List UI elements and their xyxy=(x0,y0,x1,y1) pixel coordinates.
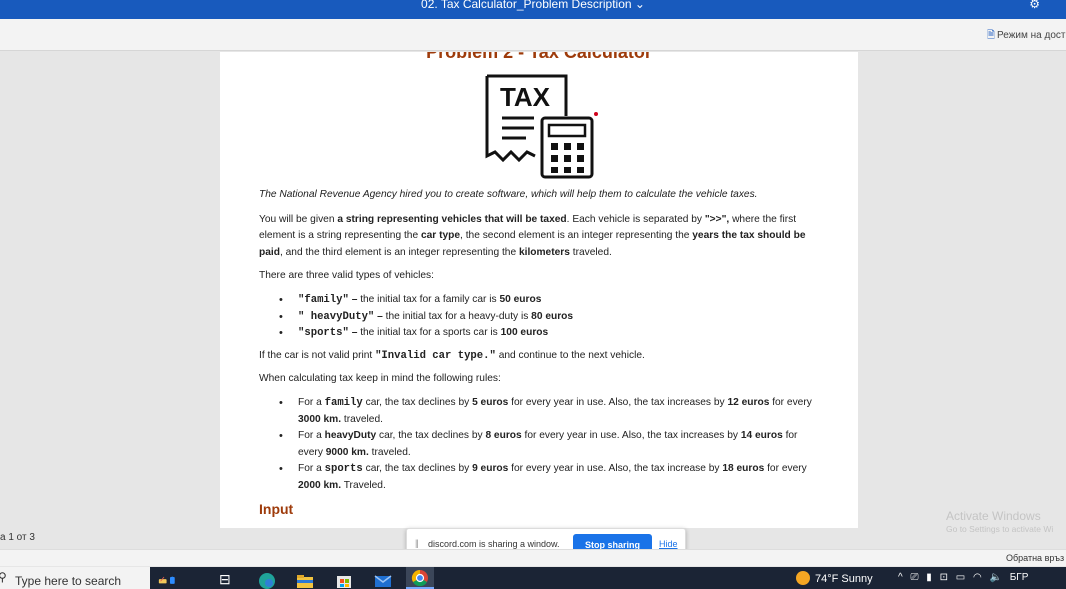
file-explorer-icon[interactable] xyxy=(296,571,314,589)
screen-share-tray-icon[interactable]: ⊡ xyxy=(940,572,948,583)
list-item: For a family car, the tax declines by 5 … xyxy=(259,395,821,428)
hide-link[interactable]: Hide xyxy=(659,539,678,549)
weather-widget[interactable]: 74°F Sunny xyxy=(796,571,873,585)
input-section-heading: Input xyxy=(259,500,294,517)
vehicle-types-list: "family" – the initial tax for a family … xyxy=(259,292,821,342)
drag-handle[interactable]: || xyxy=(415,538,419,548)
battery-icon[interactable]: ▭ xyxy=(956,572,965,583)
list-item: " heavyDuty" – the initial tax for a hea… xyxy=(259,309,821,326)
watermark-line1: Activate Windows xyxy=(946,509,1041,523)
microphone-icon[interactable]: ▮ xyxy=(926,572,932,583)
title-bar: 02. Tax Calculator_Problem Description ⌄… xyxy=(0,0,1066,19)
vehicle-types-intro: There are three valid types of vehicles: xyxy=(259,270,434,282)
tax-calculator-icon: TAX xyxy=(485,74,598,179)
document-body: The National Revenue Agency hired you to… xyxy=(259,187,821,517)
input-description-paragraph: You will be given a string representing … xyxy=(259,213,806,258)
window-title: 02. Tax Calculator_Problem Description xyxy=(421,0,632,11)
chrome-icon[interactable] xyxy=(406,567,434,589)
accessibility-mode-button[interactable]: 🗎 Режим на дост xyxy=(987,28,1066,45)
task-view-icon[interactable]: ⊟ xyxy=(219,571,237,589)
list-item: "family" – the initial tax for a family … xyxy=(259,292,821,309)
feedback-link[interactable]: Обратна връз xyxy=(1006,553,1064,563)
show-hidden-icons-icon[interactable]: ^ xyxy=(898,572,903,583)
page-count: а 1 от 3 xyxy=(0,532,35,543)
watermark-line2: Go to Settings to activate Wi xyxy=(946,524,1054,534)
sun-icon xyxy=(796,571,810,585)
system-tray: ^ ⎚ ▮ ⊡ ▭ ◠ 🔈 БГР xyxy=(898,572,1033,583)
taskbar: ⚲ Type here to search ⊟ 74°F Sunny ^ ⎚ ▮… xyxy=(0,567,1066,589)
store-icon[interactable] xyxy=(335,571,353,589)
mail-icon[interactable] xyxy=(374,571,392,589)
document-workspace: Problem 2 - Tax Calculator TAX The Natio… xyxy=(0,52,1066,530)
weather-label: 74°F Sunny xyxy=(815,573,873,585)
document-page: Problem 2 - Tax Calculator TAX The Natio… xyxy=(220,52,858,528)
rules-intro: When calculating tax keep in mind the fo… xyxy=(259,373,501,385)
tax-icon-label: TAX xyxy=(500,82,551,112)
wifi-icon[interactable]: ◠ xyxy=(973,572,982,583)
language-indicator[interactable]: БГР xyxy=(1010,572,1029,583)
ribbon: 🗎 Режим на дост xyxy=(0,19,1066,51)
document-title-dropdown[interactable]: 02. Tax Calculator_Problem Description ⌄ xyxy=(0,0,1066,11)
accessibility-mode-label: Режим на дост xyxy=(997,30,1066,41)
list-item: For a sports car, the tax declines by 9 … xyxy=(259,461,821,494)
share-message: discord.com is sharing a window. xyxy=(428,539,560,549)
status-bar: Обратна връз xyxy=(0,549,1066,566)
volume-icon[interactable]: 🔈 xyxy=(989,572,1001,583)
taskbar-search-box[interactable]: ⚲ Type here to search xyxy=(0,567,150,589)
gear-icon[interactable]: ⚙ xyxy=(1029,0,1040,11)
list-item: For a heavyDuty car, the tax declines by… xyxy=(259,428,821,461)
tax-rules-list: For a family car, the tax declines by 5 … xyxy=(259,395,821,495)
edge-icon[interactable] xyxy=(258,571,276,589)
page-title: Problem 2 - Tax Calculator xyxy=(426,52,652,62)
meet-now-icon[interactable]: ⎚ xyxy=(910,572,918,583)
search-icon: ⚲ xyxy=(0,570,7,584)
paint-icon[interactable] xyxy=(158,571,176,589)
document-icon: 🗎 xyxy=(987,30,996,41)
activate-windows-watermark: Activate Windows Go to Settings to activ… xyxy=(946,509,1053,534)
search-placeholder: Type here to search xyxy=(15,574,122,588)
chevron-down-icon: ⌄ xyxy=(634,0,645,11)
intro-paragraph: The National Revenue Agency hired you to… xyxy=(259,189,758,200)
list-item: "sports" – the initial tax for a sports … xyxy=(259,325,821,342)
invalid-car-paragraph: If the car is not valid print "Invalid c… xyxy=(259,349,645,362)
